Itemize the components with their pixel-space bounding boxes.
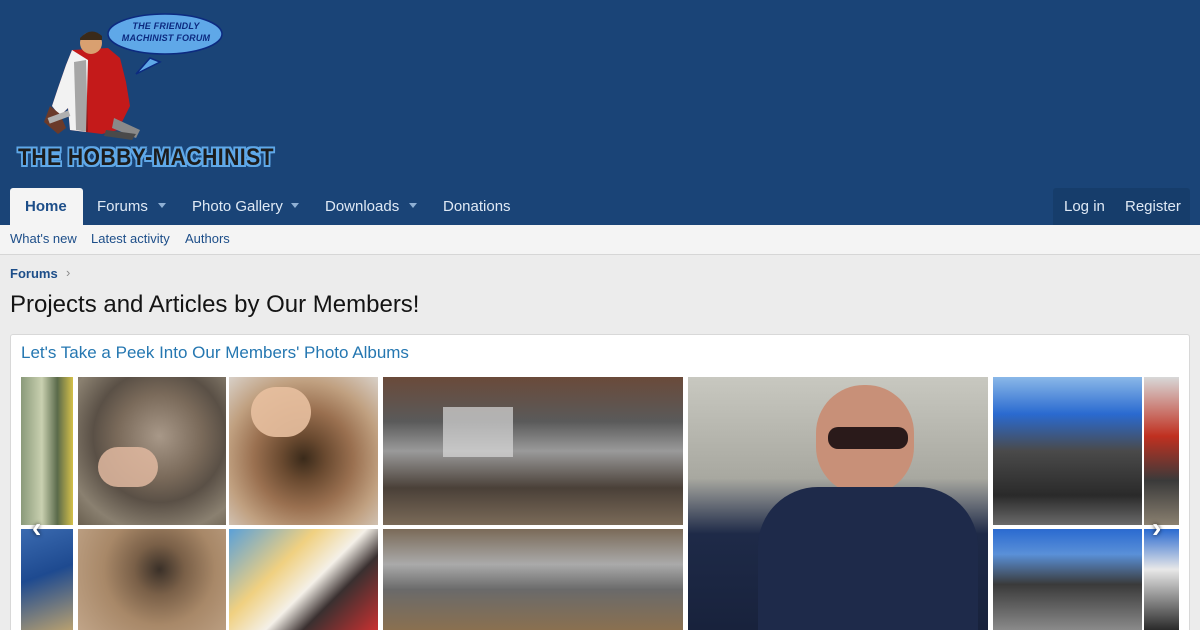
- gallery-title[interactable]: Let's Take a Peek Into Our Members' Phot…: [21, 343, 409, 363]
- gallery-photo[interactable]: [1144, 377, 1179, 525]
- gallery-photo[interactable]: [229, 377, 378, 525]
- chevron-down-icon[interactable]: [409, 203, 417, 208]
- site-header: THE FRIENDLY MACHINIST FORUM THE HOBBY-M…: [0, 0, 1200, 188]
- login-link[interactable]: Log in: [1064, 188, 1105, 225]
- breadcrumb[interactable]: Forums: [10, 266, 58, 281]
- gallery-photo[interactable]: [21, 377, 73, 525]
- sub-nav: What's new Latest activity Authors: [0, 225, 1200, 255]
- tab-downloads[interactable]: Downloads: [325, 188, 399, 225]
- gallery-photo[interactable]: [993, 377, 1142, 525]
- tab-home[interactable]: Home: [10, 188, 83, 225]
- register-link[interactable]: Register: [1125, 188, 1181, 225]
- gallery-photo[interactable]: [688, 377, 988, 630]
- tab-forums[interactable]: Forums: [97, 188, 148, 225]
- auth-box: Log in Register: [1053, 188, 1190, 225]
- tab-photo-gallery[interactable]: Photo Gallery: [192, 188, 283, 225]
- gallery-photo[interactable]: [383, 377, 683, 525]
- main-nav: Home Forums Photo Gallery Downloads Dona…: [0, 188, 1200, 225]
- chevron-right-icon[interactable]: ›: [1152, 512, 1161, 544]
- chevron-right-icon: ›: [66, 265, 71, 280]
- subnav-latest-activity[interactable]: Latest activity: [91, 225, 170, 253]
- gallery-photo[interactable]: [1144, 529, 1179, 630]
- logo-bubble-text: THE FRIENDLY MACHINIST FORUM: [121, 21, 211, 43]
- chevron-down-icon[interactable]: [291, 203, 299, 208]
- gallery-photo[interactable]: [78, 529, 226, 630]
- chevron-left-icon[interactable]: ‹: [32, 512, 41, 544]
- subnav-authors[interactable]: Authors: [185, 225, 230, 253]
- gallery-photo[interactable]: [21, 529, 73, 630]
- chevron-down-icon[interactable]: [158, 203, 166, 208]
- gallery-photo[interactable]: [993, 529, 1142, 630]
- gallery-photo[interactable]: [383, 529, 683, 630]
- gallery-photo[interactable]: [229, 529, 378, 630]
- page-title: Projects and Articles by Our Members!: [10, 291, 420, 318]
- tab-donations[interactable]: Donations: [443, 188, 511, 225]
- logo-title: THE HOBBY-MACHINIST: [18, 144, 274, 171]
- gallery-photo[interactable]: [78, 377, 226, 525]
- subnav-whats-new[interactable]: What's new: [10, 225, 77, 253]
